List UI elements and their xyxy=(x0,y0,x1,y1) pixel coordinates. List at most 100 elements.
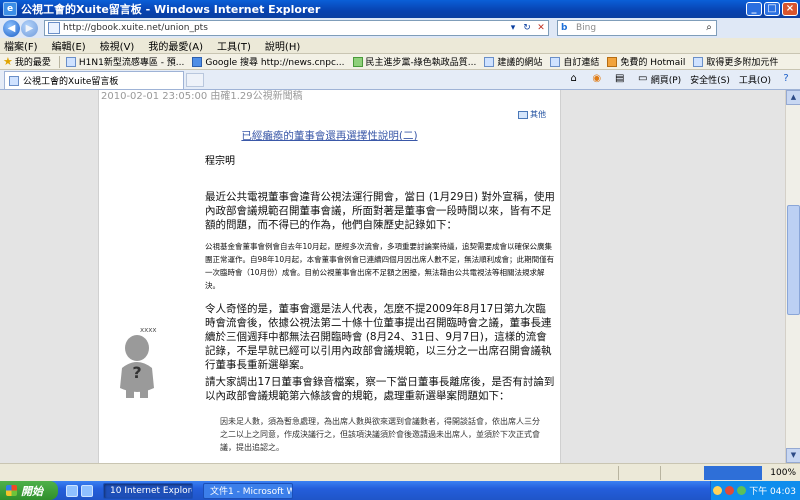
feed-icon: ◉ xyxy=(592,73,602,84)
safety-menu[interactable]: 安全性(S) xyxy=(690,73,730,86)
back-button[interactable]: ◀ xyxy=(3,19,20,37)
system-tray: 下午 04:03 xyxy=(710,481,800,500)
favorite-label: 自訂連結 xyxy=(563,58,600,68)
favorites-button[interactable]: ★ 我的最愛 xyxy=(3,55,51,68)
menu-edit[interactable]: 編輯(E) xyxy=(52,38,86,53)
menu-bar: 檔案(F) 編輯(E) 檢視(V) 我的最愛(A) 工具(T) 說明(H) xyxy=(0,38,800,54)
print-button[interactable]: ▤ xyxy=(614,73,628,85)
quick-launch xyxy=(66,484,93,497)
search-input[interactable]: Bing xyxy=(576,23,702,33)
refresh-icon[interactable]: ↻ xyxy=(520,21,534,35)
search-box[interactable]: b Bing ⌕ xyxy=(557,20,717,36)
star-icon: ★ xyxy=(3,55,13,68)
search-icon[interactable]: ⌕ xyxy=(702,21,716,35)
taskbar: 開始 10 Internet Explorer 文件1 - Microsoft … xyxy=(0,481,800,500)
tray-icon[interactable] xyxy=(713,486,723,495)
start-button[interactable]: 開始 xyxy=(0,481,58,500)
minimize-button[interactable]: _ xyxy=(746,2,762,16)
menu-help[interactable]: 說明(H) xyxy=(265,38,300,53)
page-icon xyxy=(48,22,60,34)
folder-icon xyxy=(518,110,528,119)
tab-active[interactable]: 公視工會的Xuite留言板 xyxy=(4,71,184,89)
article-paragraph-3: 請大家調出17日董事會錄音檔案，察一下當日董事長離席後，是否有討論到以內政部會議… xyxy=(205,376,555,402)
quick-launch-icon[interactable] xyxy=(81,484,93,497)
page-menu[interactable]: ▭ 網頁(P) xyxy=(637,73,681,86)
close-button[interactable]: × xyxy=(782,2,798,16)
tray-icon[interactable] xyxy=(725,486,735,495)
menu-tools[interactable]: 工具(T) xyxy=(217,38,251,53)
forward-button[interactable]: ▶ xyxy=(21,19,38,37)
favorite-link-3[interactable]: 民主進步黨-綠色執政品質... xyxy=(352,55,477,68)
status-panel xyxy=(618,465,658,480)
home-button[interactable]: ⌂ xyxy=(568,73,582,85)
favorite-link-1[interactable]: H1N1新型流感專區 - 預... xyxy=(65,55,185,68)
favorite-link-7[interactable]: 取得更多附加元件 xyxy=(693,55,778,68)
menu-file[interactable]: 檔案(F) xyxy=(4,38,38,53)
page-icon xyxy=(550,56,561,67)
taskbar-item-label: 文件1 - Microsoft Word xyxy=(210,487,292,497)
maximize-button[interactable]: □ xyxy=(764,2,780,16)
article-title[interactable]: 已經癱瘓的董事會還再選擇性說明(二) xyxy=(98,128,561,143)
favorite-link-5[interactable]: 自訂連結 xyxy=(550,55,599,68)
avatar-name: xxxx xyxy=(140,326,157,334)
tab-row: 公視工會的Xuite留言板 ⌂ ◉ ▤ ▭ 網頁(P) 安全性(S) 工具(O) … xyxy=(0,70,800,90)
page-icon xyxy=(484,56,495,67)
page-icon: ▭ xyxy=(637,73,648,84)
scroll-down-icon[interactable]: ▼ xyxy=(786,448,800,463)
start-label: 開始 xyxy=(21,484,43,498)
favorites-label: 我的最愛 xyxy=(14,58,51,68)
tab-label: 公視工會的Xuite留言板 xyxy=(23,77,119,87)
menu-favorites[interactable]: 我的最愛(A) xyxy=(148,38,203,53)
stop-icon[interactable]: ✕ xyxy=(534,21,548,35)
favorite-link-2[interactable]: Google 搜尋 http://news.cnpc... xyxy=(192,55,345,68)
favorite-label: 取得更多附加元件 xyxy=(706,58,779,68)
help-icon: ? xyxy=(783,73,789,84)
hotmail-icon xyxy=(607,56,618,67)
new-tab-button[interactable] xyxy=(186,73,204,87)
svg-text:?: ? xyxy=(132,363,141,382)
article-author: 程宗明 xyxy=(205,156,235,167)
article-paragraph-2: 令人奇怪的是，董事會還是法人代表，怎麼不提2009年8月17日第九次臨時會流會後… xyxy=(205,303,552,371)
vertical-scrollbar[interactable]: ▲ ▼ xyxy=(785,90,800,463)
favorite-label: 建議的網站 xyxy=(497,58,543,68)
article-quote-1: 公視基金會董事會例會自去年10月起，歷經多次流會，多項重要討論案待議，追契需要成… xyxy=(205,242,555,290)
window-titlebar: e 公視工會的Xuite留言板 - Windows Internet Explo… xyxy=(0,0,800,18)
taskbar-item-word[interactable]: 文件1 - Microsoft Word xyxy=(203,482,293,499)
command-bar: ⌂ ◉ ▤ ▭ 網頁(P) 安全性(S) 工具(O) ? xyxy=(559,69,800,89)
help-button[interactable]: ? xyxy=(780,73,794,85)
feeds-button[interactable]: ◉ xyxy=(591,73,605,85)
tools-menu[interactable]: 工具(O) xyxy=(739,73,771,86)
dropdown-arrow-icon[interactable]: ▾ xyxy=(506,21,520,35)
status-bar: 100% xyxy=(0,463,800,481)
page-menu-label: 網頁(P) xyxy=(650,75,682,86)
other-link[interactable]: 其他 xyxy=(518,109,546,120)
tools-menu-label: 工具(O) xyxy=(738,75,771,86)
addon-icon xyxy=(693,56,704,67)
menu-view[interactable]: 檢視(V) xyxy=(100,38,135,53)
quick-launch-icon[interactable] xyxy=(66,484,78,497)
address-bar[interactable]: http://gbook.xuite.net/union_pts ▾ ↻ ✕ xyxy=(44,20,549,36)
taskbar-item-ie[interactable]: 10 Internet Explorer xyxy=(103,482,193,499)
favorite-label: 民主進步黨-綠色執政品質... xyxy=(365,58,477,68)
taskbar-item-label: 10 Internet Explorer xyxy=(110,485,193,496)
favorite-label: Google 搜尋 http://news.cnpc... xyxy=(205,58,345,68)
zoom-level[interactable]: 100% xyxy=(770,468,796,478)
home-icon: ⌂ xyxy=(570,73,577,84)
clock[interactable]: 下午 04:03 xyxy=(749,484,796,497)
favorite-label: H1N1新型流感專區 - 預... xyxy=(78,58,185,68)
bing-icon: b xyxy=(561,23,568,33)
scroll-up-icon[interactable]: ▲ xyxy=(786,90,800,105)
address-url[interactable]: http://gbook.xuite.net/union_pts xyxy=(63,23,506,33)
scroll-thumb[interactable] xyxy=(787,205,800,315)
tray-icon[interactable] xyxy=(737,486,747,495)
address-row: ◀ ▶ http://gbook.xuite.net/union_pts ▾ ↻… xyxy=(0,18,800,38)
favorites-bar: ★ 我的最愛 H1N1新型流感專區 - 預... Google 搜尋 http:… xyxy=(0,54,800,70)
favorite-link-4[interactable]: 建議的網站 xyxy=(484,55,542,68)
security-zone[interactable] xyxy=(704,465,763,480)
ie-logo-icon: e xyxy=(3,2,17,16)
favorite-link-6[interactable]: 免費的 Hotmail xyxy=(607,55,685,68)
print-icon: ▤ xyxy=(614,73,625,84)
window-title: 公視工會的Xuite留言板 - Windows Internet Explore… xyxy=(21,3,321,16)
safety-menu-label: 安全性(S) xyxy=(690,75,730,86)
status-panel xyxy=(660,465,700,480)
